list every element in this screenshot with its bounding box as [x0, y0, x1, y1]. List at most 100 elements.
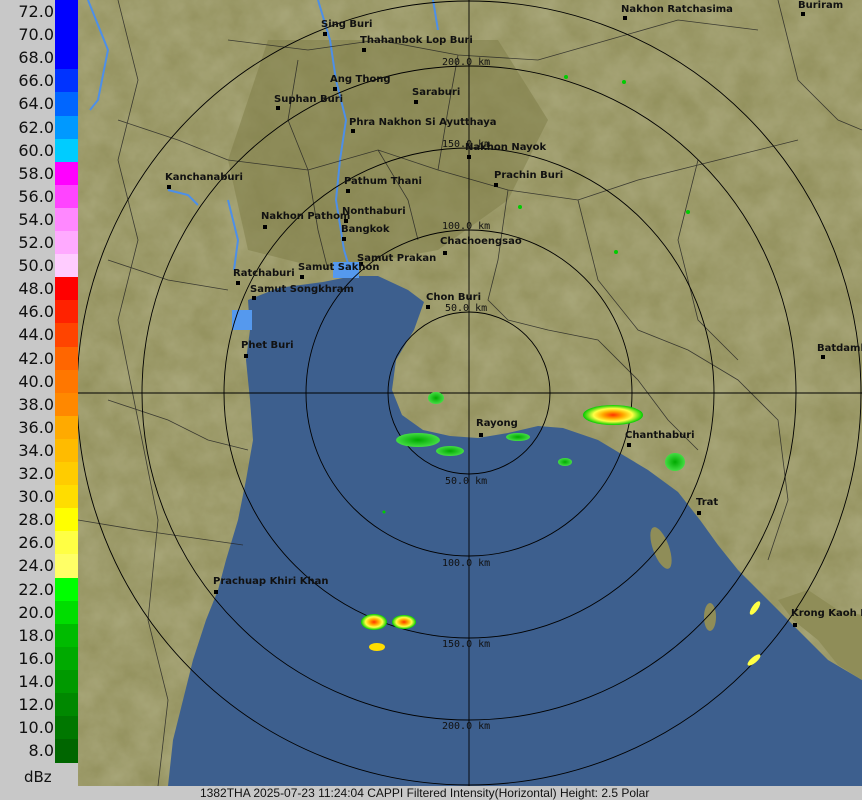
legend-swatch — [55, 46, 78, 70]
legend-swatch — [55, 115, 78, 140]
legend-swatch — [55, 508, 78, 532]
legend-label: 56.0 — [18, 186, 54, 206]
legend-swatch — [55, 392, 78, 417]
city-label-samut-sakhon: Samut Sakhon — [298, 262, 379, 273]
island — [704, 603, 716, 631]
legend-swatch — [55, 415, 78, 440]
legend-label: 46.0 — [18, 302, 54, 322]
city-label-pathum-thani: Pathum Thani — [344, 176, 422, 187]
legend-unit-label: dBz — [24, 768, 52, 786]
legend-swatch — [55, 138, 78, 163]
legend-swatch — [55, 438, 78, 463]
legend-label: 34.0 — [18, 440, 54, 460]
legend-swatch — [55, 554, 78, 578]
legend-label: 38.0 — [18, 394, 54, 414]
city-label-nakhon-pathom: Nakhon Pathom — [261, 211, 350, 222]
legend-label: 30.0 — [18, 487, 54, 507]
legend-swatch — [55, 600, 78, 625]
ring-label-200-north: 200.0 km — [442, 57, 490, 68]
legend-label: 12.0 — [18, 695, 54, 714]
city-label-sing-buri: Sing Buri — [321, 19, 373, 30]
city-label-samut-songkhram: Samut Songkhram — [250, 284, 354, 295]
legend-label: 54.0 — [18, 209, 54, 229]
city-label-buriram: Buriram — [798, 0, 843, 11]
city-label-trat: Trat — [696, 497, 718, 508]
legend-label: 10.0 — [18, 718, 54, 738]
city-label-chanthaburi: Chanthaburi — [625, 430, 695, 441]
legend-label: 60.0 — [18, 140, 54, 160]
legend-swatch — [55, 646, 78, 671]
legend-swatch — [55, 485, 78, 509]
ring-label-50-north: 50.0 km — [445, 303, 487, 314]
legend-swatch — [55, 531, 78, 555]
city-label-saraburi: Saraburi — [412, 87, 460, 98]
dbz-legend: 72.0 70.0 68.0 66.0 64.0 62.0 60.0 58.0 56.0 54.0… — [0, 0, 78, 786]
legend-label: 44.0 — [18, 325, 54, 345]
legend-label: 32.0 — [18, 464, 54, 483]
legend-swatch — [55, 184, 78, 209]
city-label-phet-buri: Phet Buri — [241, 340, 294, 351]
legend-label: 24.0 — [18, 556, 54, 576]
legend-label: 8.0 — [28, 741, 54, 761]
ring-label-150-south: 150.0 km — [442, 639, 490, 650]
city-label-rayong: Rayong — [476, 418, 518, 429]
legend-swatch — [55, 92, 78, 116]
legend-label: 20.0 — [18, 602, 54, 622]
ring-label-100-north: 100.0 km — [442, 221, 490, 232]
city-label-chon-buri: Chon Buri — [426, 292, 481, 303]
city-label-kanchanaburi: Kanchanaburi — [165, 172, 243, 183]
city-label-ang-thong: Ang Thong — [330, 74, 391, 85]
legend-label: 52.0 — [18, 233, 54, 252]
city-label-nakhon-ratchasima: Nakhon Ratchasima — [621, 4, 733, 15]
legend-label: 50.0 — [18, 256, 54, 276]
radar-map[interactable]: 50.0 km 100.0 km 150.0 km 200.0 km 50.0 … — [76, 0, 862, 787]
legend-swatch — [55, 623, 78, 648]
legend-swatch — [55, 300, 78, 324]
legend-label: 58.0 — [18, 163, 54, 183]
city-label-suphan-buri: Suphan Buri — [274, 94, 343, 105]
legend-label: 64.0 — [18, 94, 54, 114]
legend-label: 14.0 — [18, 671, 54, 691]
legend-swatch — [55, 0, 78, 24]
city-label-chachoengsao: Chachoengsao — [440, 236, 522, 247]
legend-swatch — [55, 669, 78, 694]
city-label-ratchaburi: Ratchaburi — [233, 268, 295, 279]
legend-swatch — [55, 254, 78, 278]
legend-swatch — [55, 739, 78, 763]
city-label-prachuap: Prachuap Khiri Khan — [213, 576, 328, 587]
legend-label: 66.0 — [18, 71, 54, 91]
city-label-thahanbok: Thahanbok Lop Buri — [360, 35, 473, 46]
status-footer: 1382THA 2025-07-23 11:24:04 CAPPI Filter… — [0, 786, 862, 800]
footer-caption: 1382THA 2025-07-23 11:24:04 CAPPI Filter… — [200, 786, 650, 800]
legend-swatch — [55, 161, 78, 186]
ring-label-200-south: 200.0 km — [442, 721, 490, 732]
city-label-batdamb: Batdamb — [817, 343, 862, 354]
legend-swatch — [55, 277, 78, 301]
legend-label: 42.0 — [18, 348, 54, 368]
legend-label: 36.0 — [18, 417, 54, 437]
legend-label: 16.0 — [18, 648, 54, 668]
city-label-krong-kaoh: Krong Kaoh Ko — [791, 608, 862, 619]
legend-swatch — [55, 323, 78, 347]
ring-label-50-south: 50.0 km — [445, 476, 487, 487]
legend-swatch — [55, 462, 78, 486]
legend-label: 70.0 — [18, 25, 54, 45]
legend-swatch — [55, 346, 78, 371]
legend-label: 26.0 — [18, 533, 54, 553]
legend-swatch — [55, 207, 78, 232]
legend-swatch — [55, 231, 78, 255]
legend-swatch — [55, 369, 78, 394]
legend-label: 72.0 — [18, 2, 54, 21]
ring-label-100-south: 100.0 km — [442, 558, 490, 569]
legend-swatch — [55, 23, 78, 47]
legend-swatch — [55, 716, 78, 740]
legend-swatch — [55, 693, 78, 717]
city-label-ayutthaya: Phra Nakhon Si Ayutthaya — [349, 117, 497, 128]
legend-label: 18.0 — [18, 625, 54, 645]
legend-swatch — [55, 577, 78, 602]
legend-label: 48.0 — [18, 279, 54, 299]
legend-label: 68.0 — [18, 48, 54, 68]
legend-label: 22.0 — [18, 579, 54, 599]
legend-label: 28.0 — [18, 510, 54, 530]
legend-label: 62.0 — [18, 117, 54, 137]
